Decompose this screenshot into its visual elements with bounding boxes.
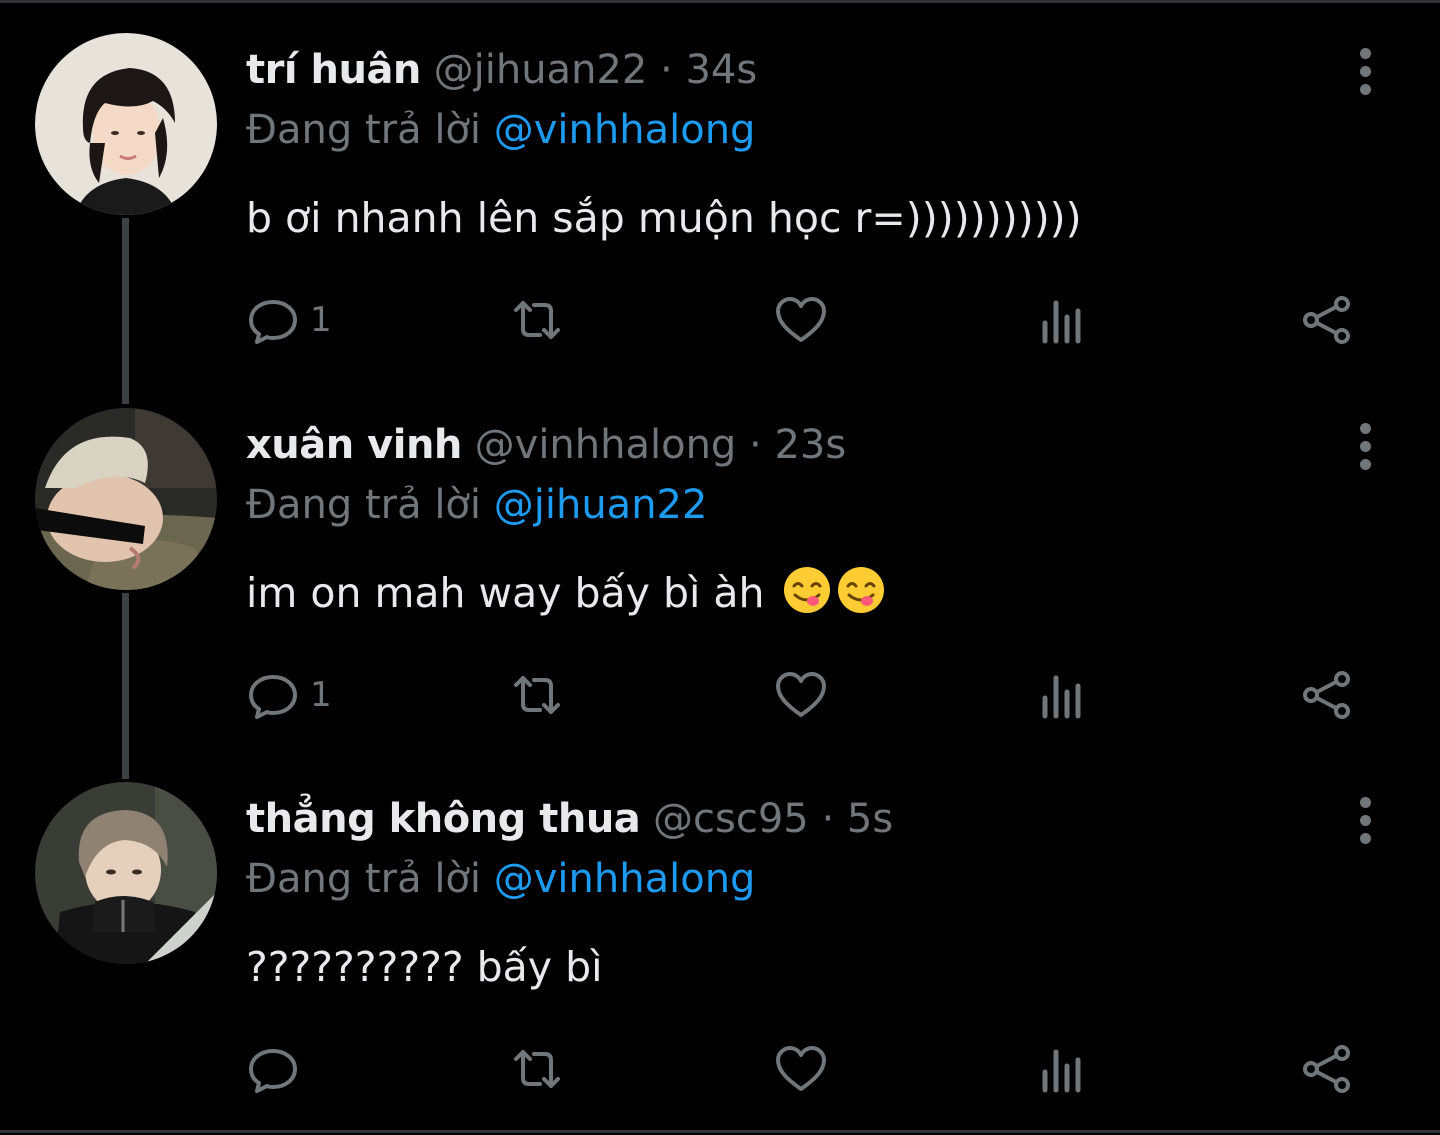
- share-icon: [1303, 671, 1350, 719]
- replying-to: Đang trả lời @jihuan22: [246, 477, 707, 533]
- tweet-text-container: im on mah way bấy bì àh: [246, 563, 886, 623]
- tweet-text: b ơi nhanh lên sắp muộn học r=))))))))))…: [246, 194, 1082, 242]
- separator-dot: ·: [808, 796, 847, 842]
- timestamp[interactable]: 5s: [847, 796, 893, 842]
- mention-link[interactable]: @vinhhalong: [494, 856, 756, 902]
- more-options-icon[interactable]: [1350, 419, 1382, 475]
- like-icon: [776, 297, 826, 342]
- retweet-icon: [514, 301, 560, 339]
- reply-tweet[interactable]: xuân vinh @vinhhalong · 23s Đang trả lời…: [0, 375, 1440, 750]
- like-icon: [776, 1046, 826, 1091]
- handle[interactable]: @vinhhalong: [475, 422, 737, 468]
- tweet-header: xuân vinh @vinhhalong · 23s: [246, 417, 846, 473]
- like-button[interactable]: [774, 665, 828, 725]
- reply-count: 1: [310, 300, 332, 340]
- display-name[interactable]: xuân vinh: [246, 422, 462, 468]
- like-button[interactable]: [774, 290, 828, 350]
- separator-dot: ·: [647, 47, 686, 93]
- action-bar: 1: [0, 665, 1440, 725]
- tweet-text: im on mah way bấy bì àh: [246, 569, 765, 617]
- replying-label: Đang trả lời: [246, 482, 482, 528]
- like-icon: [776, 672, 826, 717]
- action-bar: [0, 1039, 1440, 1099]
- more-options-icon[interactable]: [1350, 793, 1382, 849]
- avatar[interactable]: [35, 408, 217, 590]
- share-icon: [1303, 1045, 1350, 1093]
- reply-icon: [249, 300, 297, 344]
- reply-icon: [249, 1049, 297, 1093]
- retweet-button[interactable]: [510, 290, 564, 350]
- avatar[interactable]: [35, 782, 217, 964]
- views-button[interactable]: [1036, 665, 1090, 725]
- share-icon: [1303, 296, 1350, 344]
- retweet-icon: [514, 1050, 560, 1088]
- handle[interactable]: @jihuan22: [434, 47, 648, 93]
- timestamp[interactable]: 23s: [774, 422, 846, 468]
- reply-button[interactable]: [246, 1039, 310, 1099]
- mention-link[interactable]: @jihuan22: [494, 482, 708, 528]
- reply-button[interactable]: 1: [246, 665, 332, 725]
- display-name[interactable]: trí huân: [246, 47, 421, 93]
- replying-to: Đang trả lời @vinhhalong: [246, 102, 755, 158]
- action-bar: 1: [0, 290, 1440, 350]
- tweet-header: trí huân @jihuan22 · 34s: [246, 42, 757, 98]
- tweet-text: ?????????? bấy bì: [246, 943, 603, 991]
- retweet-button[interactable]: [510, 1039, 564, 1099]
- bottom-divider: [0, 1130, 1440, 1133]
- reply-count: 1: [310, 675, 332, 715]
- views-icon: [1042, 675, 1081, 719]
- timestamp[interactable]: 34s: [685, 47, 757, 93]
- replying-label: Đang trả lời: [246, 856, 482, 902]
- views-icon: [1042, 1049, 1081, 1093]
- retweet-icon: [514, 676, 560, 714]
- reply-icon: [249, 675, 297, 719]
- display-name[interactable]: thẳng không thua: [246, 796, 641, 842]
- reply-tweet[interactable]: trí huân @jihuan22 · 34s Đang trả lời @v…: [0, 0, 1440, 375]
- face-savoring-food-emoji: [783, 567, 830, 613]
- replying-label: Đang trả lời: [246, 107, 482, 153]
- separator-dot: ·: [736, 422, 775, 468]
- avatar[interactable]: [35, 33, 217, 215]
- like-button[interactable]: [774, 1039, 828, 1099]
- tweet-header: thẳng không thua @csc95 · 5s: [246, 791, 893, 847]
- replying-to: Đang trả lời @vinhhalong: [246, 851, 755, 907]
- share-button[interactable]: [1300, 290, 1354, 350]
- reply-button[interactable]: 1: [246, 290, 332, 350]
- views-button[interactable]: [1036, 290, 1090, 350]
- views-button[interactable]: [1036, 1039, 1090, 1099]
- more-options-icon[interactable]: [1350, 44, 1382, 100]
- face-savoring-food-emoji: [837, 567, 884, 613]
- retweet-button[interactable]: [510, 665, 564, 725]
- mention-link[interactable]: @vinhhalong: [494, 107, 756, 153]
- handle[interactable]: @csc95: [653, 796, 809, 842]
- reply-tweet[interactable]: thẳng không thua @csc95 · 5s Đang trả lờ…: [0, 749, 1440, 1124]
- share-button[interactable]: [1300, 1039, 1354, 1099]
- views-icon: [1042, 300, 1081, 344]
- share-button[interactable]: [1300, 665, 1354, 725]
